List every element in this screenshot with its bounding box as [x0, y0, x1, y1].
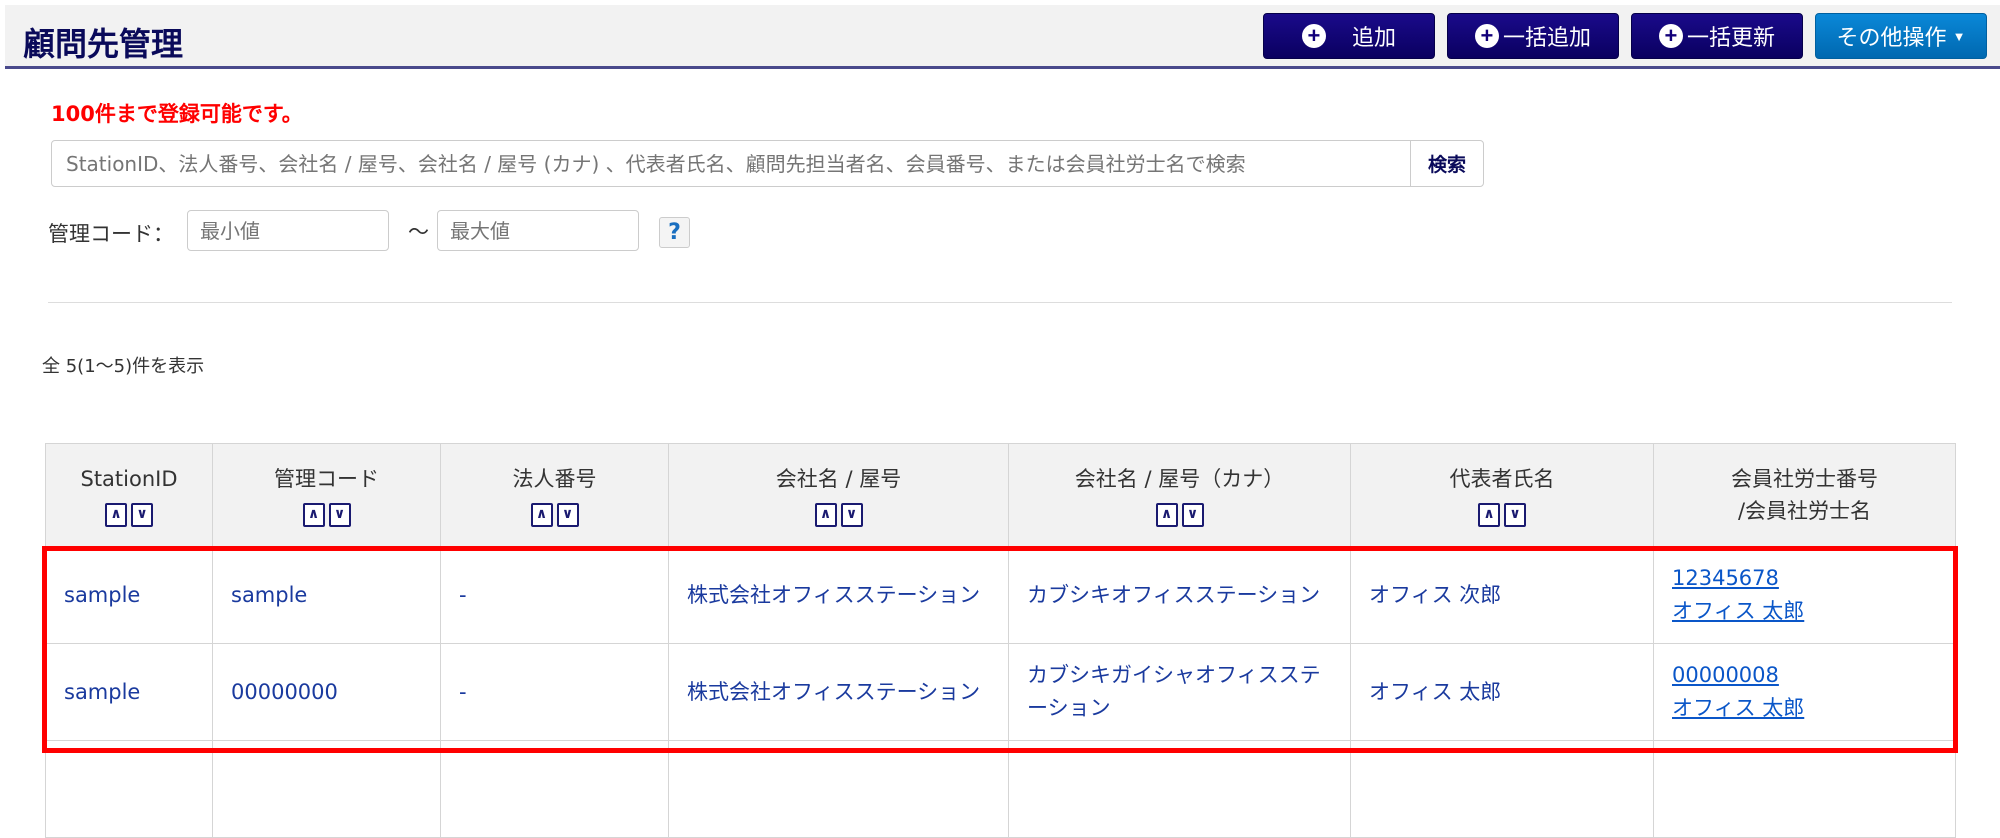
limit-notice: 100件まで登録可能です。 [51, 102, 303, 126]
header-label: 法人番号 [512, 467, 597, 491]
member-name-link[interactable]: オフィス 太郎 [1672, 696, 1804, 720]
header-company: 会社名 / 屋号 ∧ ∨ [668, 443, 1009, 547]
table-row[interactable]: sample sample - 株式会社オフィスステーション カブシキオフィスス… [45, 546, 1956, 644]
header-corp-no: 法人番号 ∧ ∨ [440, 443, 669, 547]
cell-company-kana[interactable]: カブシキガイシャオフィスステーション [1008, 643, 1351, 741]
header-label: /会員社労士名 [1737, 499, 1872, 523]
header-company-kana: 会社名 / 屋号（カナ） ∧ ∨ [1008, 443, 1351, 547]
member-number-link[interactable]: 00000008 [1672, 663, 1779, 687]
bulk-add-label: 一括追加 [1502, 25, 1591, 50]
header-code: 管理コード ∧ ∨ [212, 443, 441, 547]
cell-station-id[interactable]: sample [45, 643, 213, 741]
range-separator: ～ [408, 220, 429, 244]
code-min-input[interactable] [187, 210, 389, 251]
cell-company-kana[interactable]: カブシキオフィスステーション [1008, 546, 1351, 644]
sort-desc-button[interactable]: ∨ [1504, 503, 1526, 527]
sort-asc-button[interactable]: ∧ [105, 503, 127, 527]
other-actions-dropdown[interactable]: その他操作 ▼ [1815, 13, 1987, 59]
sort-asc-button[interactable]: ∧ [302, 503, 325, 527]
search-button[interactable]: 検索 [1410, 140, 1484, 187]
divider [48, 302, 1952, 303]
cell-code[interactable]: 00000000 [212, 643, 441, 741]
sort-asc-button[interactable]: ∧ [814, 503, 837, 527]
sort-desc-button[interactable]: ∨ [131, 503, 153, 527]
bulk-add-button[interactable]: + 一括追加 [1447, 13, 1619, 59]
cell-corp-no[interactable]: - [440, 546, 669, 644]
header-representative: 代表者氏名 ∧ ∨ [1350, 443, 1654, 547]
member-name-link[interactable]: オフィス 太郎 [1672, 599, 1804, 623]
header-label: 会員社労士番号 [1731, 467, 1878, 491]
header-member: 会員社労士番号/会員社労士名 [1653, 443, 1956, 547]
bulk-update-button[interactable]: + 一括更新 [1631, 13, 1803, 59]
sort-asc-button[interactable]: ∧ [1478, 503, 1500, 527]
code-max-input[interactable] [437, 210, 639, 251]
cell-member: 00000008 オフィス 太郎 [1653, 643, 1956, 741]
plus-circle-icon: + [1474, 24, 1499, 48]
cell-corp-no[interactable]: - [440, 643, 669, 741]
table-row[interactable]: sample 00000000 - 株式会社オフィスステーション カブシキガイシ… [45, 643, 1956, 741]
plus-circle-icon: + [1301, 24, 1326, 48]
table-header-row: StationID ∧ ∨ 管理コード ∧ ∨ 法人番号 ∧ ∨ 会社名 / 屋号 ∧ ∨ 会社… [45, 443, 1956, 547]
other-actions-label: その他操作 [1836, 25, 1947, 50]
header-label: 会社名 / 屋号 [775, 467, 902, 491]
cell-member: 12345678 オフィス 太郎 [1653, 546, 1956, 644]
sort-desc-button[interactable]: ∨ [1181, 503, 1204, 527]
cell-code[interactable]: sample [212, 546, 441, 644]
table-row-partial [45, 740, 1956, 838]
header-label: StationID [80, 467, 178, 491]
header-label: 代表者氏名 [1449, 467, 1555, 491]
bulk-update-label: 一括更新 [1686, 25, 1775, 50]
sort-desc-button[interactable]: ∨ [556, 503, 579, 527]
sort-asc-button[interactable]: ∧ [530, 503, 553, 527]
add-button[interactable]: + 追加 [1263, 13, 1435, 59]
header-label: 管理コード [274, 467, 379, 491]
sort-asc-button[interactable]: ∧ [1155, 503, 1178, 527]
header-station-id: StationID ∧ ∨ [45, 443, 213, 547]
help-icon[interactable]: ? [659, 217, 690, 248]
header-label: 会社名 / 屋号（カナ） [1074, 467, 1285, 491]
cell-representative[interactable]: オフィス 次郎 [1350, 546, 1654, 644]
cell-company[interactable]: 株式会社オフィスステーション [668, 546, 1009, 644]
search-input[interactable] [51, 140, 1411, 187]
plus-circle-icon: + [1658, 24, 1683, 48]
cell-station-id[interactable]: sample [45, 546, 213, 644]
client-table: StationID ∧ ∨ 管理コード ∧ ∨ 法人番号 ∧ ∨ 会社名 / 屋号 ∧ ∨ 会社… [45, 443, 1956, 838]
caret-down-icon: ▼ [1952, 28, 1966, 44]
sort-desc-button[interactable]: ∨ [328, 503, 351, 527]
sort-desc-button[interactable]: ∨ [840, 503, 863, 527]
page-title: 顧問先管理 [23, 25, 184, 63]
code-filter-label: 管理コード： [48, 222, 174, 246]
cell-representative[interactable]: オフィス 太郎 [1350, 643, 1654, 741]
member-number-link[interactable]: 12345678 [1672, 566, 1779, 590]
result-count: 全 5(1～5)件を表示 [42, 356, 205, 377]
cell-company[interactable]: 株式会社オフィスステーション [668, 643, 1009, 741]
add-label: 追加 [1351, 25, 1396, 50]
